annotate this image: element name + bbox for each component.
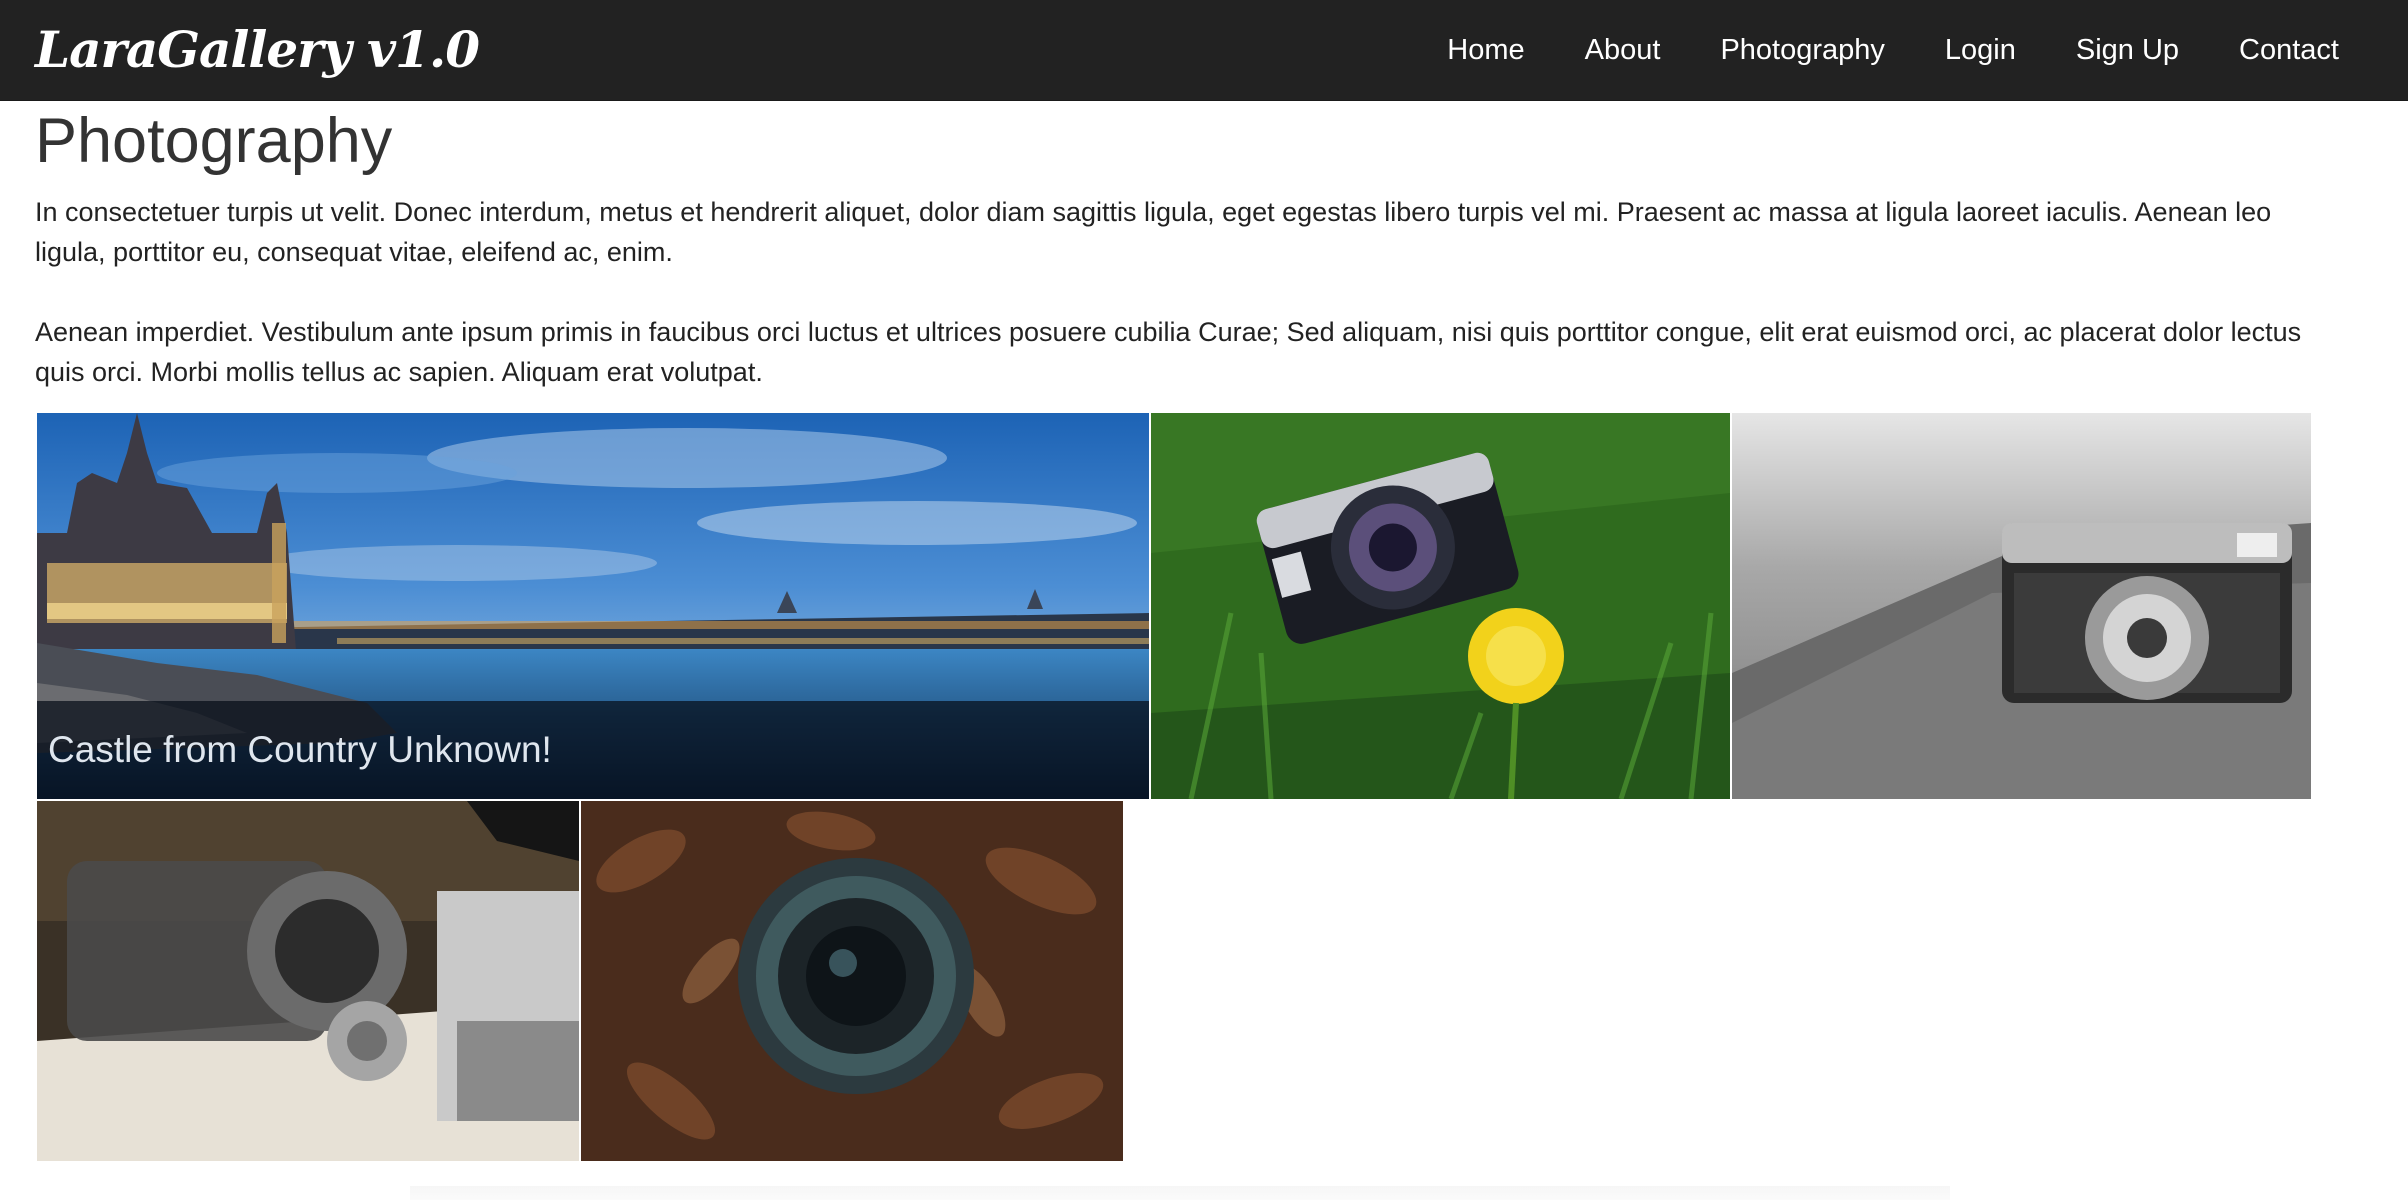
bw-camera-image — [1732, 413, 2311, 799]
footer-shadow — [410, 1186, 1950, 1200]
lens-leaves-image — [581, 801, 1123, 1161]
nav-item-about[interactable]: About — [1585, 30, 1661, 70]
nav-item-contact[interactable]: Contact — [2239, 30, 2339, 70]
nav-item-login[interactable]: Login — [1945, 30, 2016, 70]
nav-item-signup[interactable]: Sign Up — [2076, 30, 2179, 70]
gallery-photo-castle[interactable]: Castle from Country Unknown! — [37, 413, 1149, 799]
gallery-photo-grass-camera[interactable] — [1151, 413, 1730, 799]
vintage-camera-image — [37, 801, 579, 1161]
photo-gallery: Castle from Country Unknown! — [37, 413, 2317, 1163]
navbar: LaraGallery v1.0 Home About Photography … — [0, 0, 2408, 101]
page-title: Photography — [35, 106, 393, 176]
intro-paragraph: Aenean imperdiet. Vestibulum ante ipsum … — [35, 317, 2302, 387]
nav-item-home[interactable]: Home — [1447, 30, 1524, 70]
gallery-photo-lens-leaves[interactable] — [581, 801, 1123, 1161]
nav-menu: Home About Photography Login Sign Up Con… — [1387, 0, 2339, 100]
grass-camera-image — [1151, 413, 1730, 799]
photo-caption: Castle from Country Unknown! — [37, 701, 1149, 799]
nav-item-photography[interactable]: Photography — [1720, 30, 1884, 70]
intro-paragraph: In consectetuer turpis ut velit. Donec i… — [35, 197, 2272, 267]
gallery-photo-vintage-camera[interactable] — [37, 801, 579, 1161]
intro-text: In consectetuer turpis ut velit. Donec i… — [35, 192, 2335, 432]
gallery-photo-bw-camera[interactable] — [1732, 413, 2311, 799]
caption-text: Castle from Country Unknown! — [48, 729, 552, 770]
brand-logo[interactable]: LaraGallery v1.0 — [35, 20, 480, 80]
